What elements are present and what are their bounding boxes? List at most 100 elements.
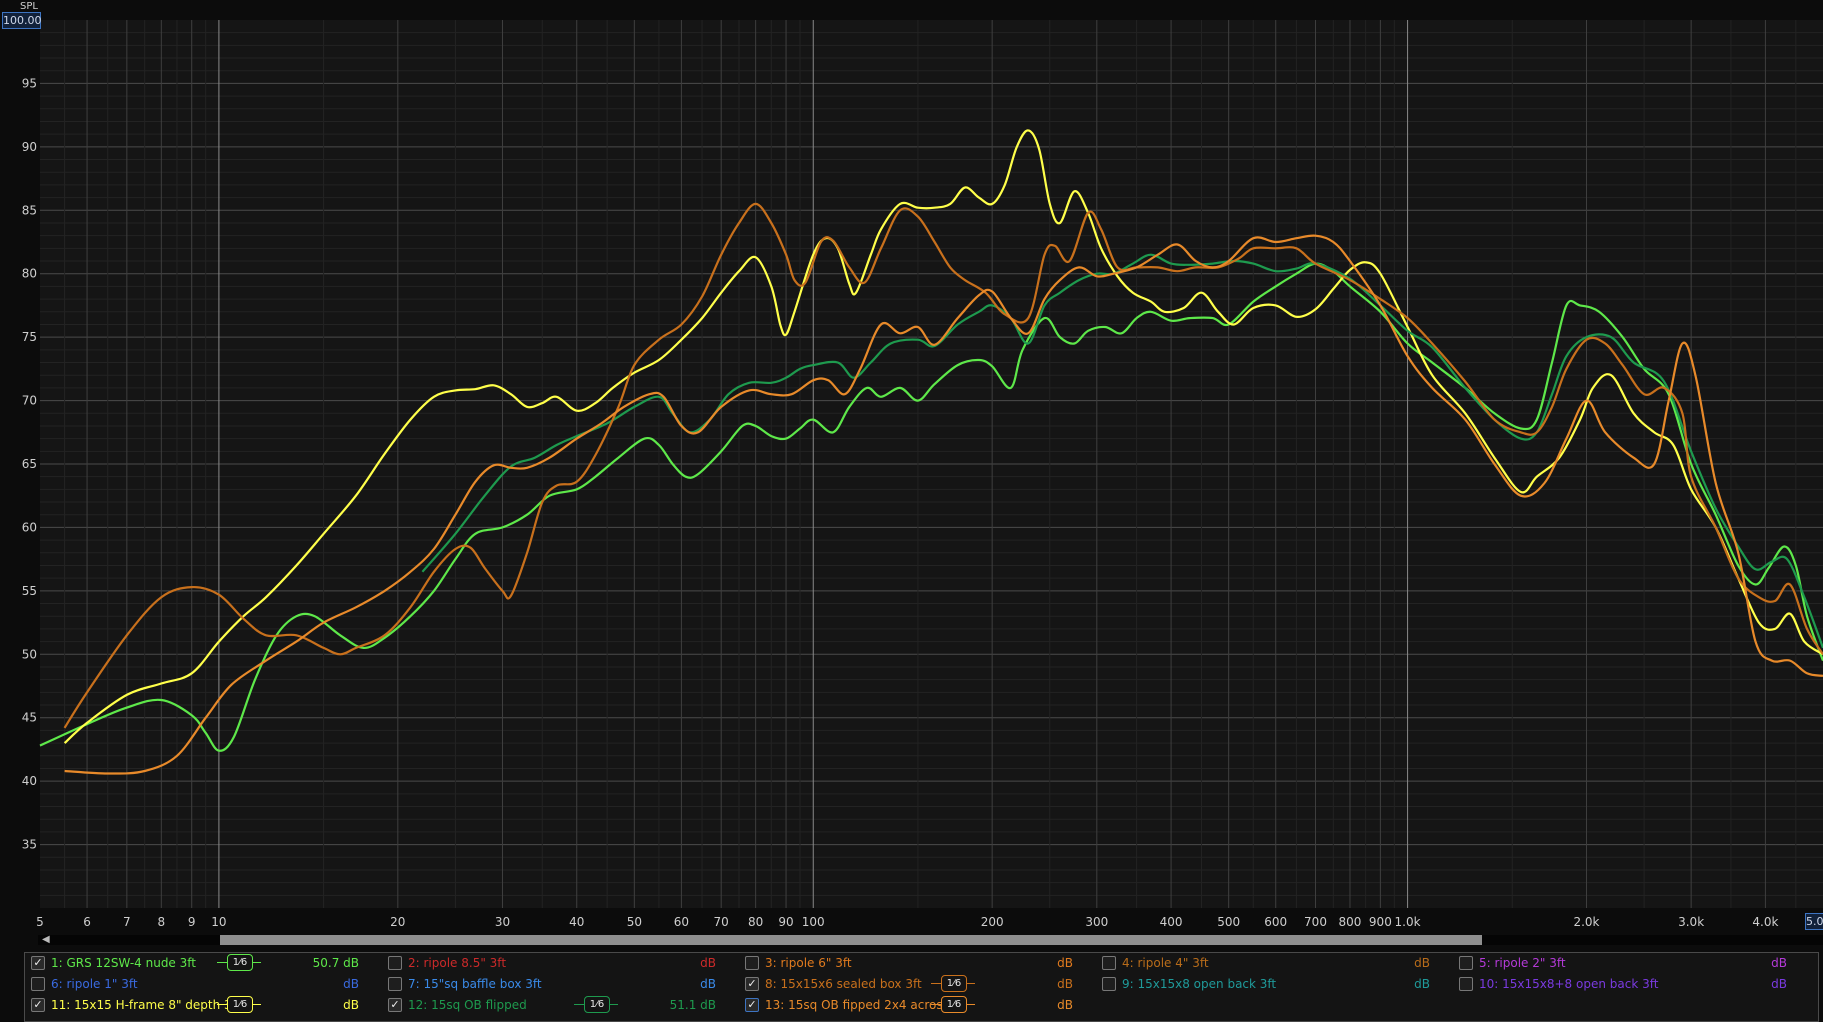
legend-label: 10: 15x15x8+8 open back 3ft [1479,977,1659,991]
y-tick-label: 55 [22,584,37,598]
x-tick-label: 70 [714,915,729,929]
legend-value: dB [1414,956,1430,970]
x-tick-label: 90 [778,915,793,929]
legend-value: dB [343,977,359,991]
smoothing-label: 1⁄6 [941,996,967,1013]
x-tick-label: 7 [123,915,131,929]
x-tick-label: 1.0k [1395,915,1421,929]
legend-checkbox[interactable]: ✓ [745,977,759,991]
legend-label: 11: 15x15 H-frame 8" depth 3ft [51,998,241,1012]
legend-value: dB [700,977,716,991]
x-tick-label: 200 [981,915,1004,929]
legend-checkbox[interactable] [388,956,402,970]
x-tick-label: 4.0k [1752,915,1778,929]
spl-plot[interactable]: 95 90 85 80 75 70 65 60 55 50 45 40 35 5 6 7 8 9 10 20 30 40… [0,0,1823,930]
legend-item[interactable]: ✓ 11: 15x15 H-frame 8" depth 3ft 1⁄6 dB [31,995,381,1015]
legend-checkbox[interactable]: ✓ [31,998,45,1012]
y-tick-label: 60 [22,520,37,534]
x-tick-label: 40 [569,915,584,929]
y-axis-label: SPL [20,1,38,12]
y-tick-label: 65 [22,457,37,471]
legend-checkbox[interactable] [745,956,759,970]
legend-value: dB [1057,956,1073,970]
x-tick-label: 5 [36,915,44,929]
legend-value: 50.7 dB [312,956,359,970]
x-tick-label: 10 [211,915,226,929]
legend-item[interactable]: ✓ 8: 15x15x6 sealed box 3ft 1⁄6 dB [745,974,1095,994]
legend-item[interactable]: ✓ 12: 15sq OB flipped 1⁄6 51.1 dB [388,995,738,1015]
legend-value: dB [1771,977,1787,991]
y-tick-label: 70 [22,394,37,408]
x-tick-label: 80 [748,915,763,929]
legend-item[interactable]: 4: ripole 4" 3ft dB [1102,953,1452,973]
x-tick-label: 3.0k [1678,915,1704,929]
smoothing-button[interactable]: 1⁄6 [931,996,975,1013]
legend-label: 6: ripole 1" 3ft [51,977,138,991]
legend-item[interactable]: 6: ripole 1" 3ft dB [31,974,381,994]
x-tick-label: 9 [188,915,196,929]
legend-checkbox[interactable]: ✓ [31,956,45,970]
legend-item[interactable]: 5: ripole 2" 3ft dB [1459,953,1809,973]
x-tick-label: 2.0k [1573,915,1599,929]
legend-label: 3: ripole 6" 3ft [765,956,852,970]
x-tick-labels: 5 6 7 8 9 10 20 30 40 50 60 70 80 90 100 200 300 400 500 60… [36,915,1778,929]
smoothing-button[interactable]: 1⁄6 [931,975,975,992]
scroll-left-arrow-icon[interactable]: ◀ [42,934,50,945]
x-tick-label: 8 [157,915,165,929]
measurement-legend: ✓ 1: GRS 12SW-4 nude 3ft 1⁄6 50.7 dB 2: ripo… [24,952,1819,1022]
x-tick-label: 700 [1304,915,1327,929]
legend-item[interactable]: ✓ 13: 15sq OB fipped 2x4 across 1⁄6 dB [745,995,1095,1015]
x-max-input[interactable]: 5.0 [1805,913,1823,930]
legend-checkbox[interactable] [1102,977,1116,991]
y-tick-label: 90 [22,140,37,154]
y-tick-label: 35 [22,838,37,852]
legend-label: 13: 15sq OB fipped 2x4 across [765,998,949,1012]
legend-checkbox[interactable]: ✓ [388,998,402,1012]
legend-value: 51.1 dB [669,998,716,1012]
y-max-input[interactable]: 100.00 [2,12,42,29]
legend-checkbox[interactable] [388,977,402,991]
y-tick-label: 40 [22,774,37,788]
legend-value: dB [1057,977,1073,991]
legend-label: 2: ripole 8.5" 3ft [408,956,507,970]
legend-label: 5: ripole 2" 3ft [1479,956,1566,970]
legend-item[interactable]: 3: ripole 6" 3ft dB [745,953,1095,973]
legend-item[interactable]: ✓ 1: GRS 12SW-4 nude 3ft 1⁄6 50.7 dB [31,953,381,973]
x-tick-label: 800 [1339,915,1362,929]
legend-label: 7: 15"sq baffle box 3ft [408,977,542,991]
x-tick-label: 6 [83,915,91,929]
y-tick-label: 45 [22,711,37,725]
legend-value: dB [1771,956,1787,970]
legend-item[interactable]: 2: ripole 8.5" 3ft dB [388,953,738,973]
legend-checkbox[interactable] [1459,956,1473,970]
smoothing-button[interactable]: 1⁄6 [217,954,261,971]
legend-value: dB [700,956,716,970]
x-tick-label: 400 [1160,915,1183,929]
scrollbar-thumb[interactable] [220,935,1482,945]
legend-label: 4: ripole 4" 3ft [1122,956,1209,970]
smoothing-button[interactable]: 1⁄6 [574,996,618,1013]
y-tick-label: 85 [22,203,37,217]
smoothing-label: 1⁄6 [941,975,967,992]
legend-checkbox[interactable] [1459,977,1473,991]
legend-item[interactable]: 7: 15"sq baffle box 3ft dB [388,974,738,994]
y-tick-label: 80 [22,267,37,281]
legend-label: 8: 15x15x6 sealed box 3ft [765,977,922,991]
smoothing-button[interactable]: 1⁄6 [217,996,261,1013]
x-tick-label: 100 [802,915,825,929]
x-tick-label: 500 [1217,915,1240,929]
legend-checkbox[interactable]: ✓ [745,998,759,1012]
legend-label: 1: GRS 12SW-4 nude 3ft [51,956,196,970]
smoothing-label: 1⁄6 [227,954,253,971]
smoothing-label: 1⁄6 [227,996,253,1013]
x-tick-label: 50 [627,915,642,929]
legend-checkbox[interactable] [31,977,45,991]
x-tick-label: 20 [390,915,405,929]
legend-item[interactable]: 10: 15x15x8+8 open back 3ft dB [1459,974,1809,994]
x-tick-label: 300 [1085,915,1108,929]
legend-checkbox[interactable] [1102,956,1116,970]
y-tick-label: 95 [22,76,37,90]
y-tick-label: 75 [22,330,37,344]
legend-label: 12: 15sq OB flipped [408,998,527,1012]
legend-item[interactable]: 9: 15x15x8 open back 3ft dB [1102,974,1452,994]
